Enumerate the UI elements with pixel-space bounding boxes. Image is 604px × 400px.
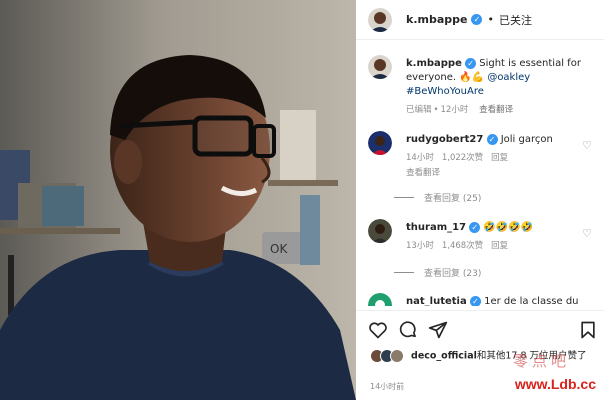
verified-icon: ✓: [469, 221, 481, 233]
author-avatar[interactable]: [368, 55, 392, 79]
view-replies-button[interactable]: 查看回复 (25): [394, 191, 481, 204]
caption-hashtag-link[interactable]: #BeWhoYouAre: [406, 86, 484, 97]
post-photo[interactable]: OK: [0, 0, 356, 400]
comment-like-heart-icon[interactable]: ♡: [582, 227, 592, 240]
commenter-username[interactable]: rudygobert27: [406, 134, 483, 145]
post-actions-bar: [356, 310, 604, 346]
comment-time: 13小时: [406, 241, 434, 251]
separator-dot: •: [487, 13, 494, 26]
view-replies-label: 查看回复 (25): [424, 194, 482, 204]
comment-like-count[interactable]: 1,468次赞: [442, 241, 483, 251]
replies-divider-line: [394, 272, 414, 273]
heart-icon[interactable]: [368, 320, 388, 340]
view-replies-button[interactable]: 查看回复 (23): [394, 266, 481, 279]
comment-meta: 13小时 1,468次赞 回复: [406, 239, 592, 253]
comment-meta: 14小时 1,022次赞 回复: [406, 151, 592, 165]
comment-icon[interactable]: [398, 320, 418, 340]
commenter-avatar[interactable]: [368, 219, 392, 243]
caption-mention-link[interactable]: @oakley: [487, 72, 530, 83]
share-icon[interactable]: [428, 320, 448, 340]
portrait-image: OK: [0, 0, 356, 400]
following-button[interactable]: 已关注: [499, 12, 532, 28]
post-timestamp: 14小时前: [370, 382, 405, 391]
liker-username[interactable]: deco_official: [411, 351, 477, 362]
commenter-avatar[interactable]: [368, 293, 392, 306]
comment-text: Joli garçon: [500, 134, 553, 145]
caption-edited-label: 已编辑: [406, 105, 432, 115]
verified-icon: ✓: [486, 133, 498, 145]
commenter-username[interactable]: nat_lutetia: [406, 296, 467, 306]
caption-meta: 已编辑 • 12小时 查看翻译: [406, 103, 592, 117]
comment-translate-link[interactable]: 查看翻译: [406, 166, 592, 180]
svg-text:OK: OK: [270, 242, 288, 256]
caption-translate-link[interactable]: 查看翻译: [479, 105, 513, 115]
verified-icon: ✓: [465, 57, 477, 69]
post-header: k.mbappe ✓ • 已关注: [356, 0, 604, 40]
verified-icon: ✓: [469, 295, 481, 306]
commenter-avatar[interactable]: [368, 131, 392, 155]
comment-like-count[interactable]: 1,022次赞: [442, 153, 483, 163]
caption-dot: •: [433, 105, 439, 115]
commenter-username[interactable]: thuram_17: [406, 222, 466, 233]
comment-text: 🤣🤣🤣🤣: [483, 222, 534, 233]
post-side-panel: k.mbappe ✓ • 已关注 k.mbappe ✓ Sight is ess…: [356, 0, 604, 400]
comments-list[interactable]: k.mbappe ✓ Sight is essential for everyo…: [356, 41, 604, 306]
verified-icon: ✓: [471, 14, 483, 25]
likes-text: 和其他17.8 万位用户赞了: [476, 350, 587, 362]
author-avatar[interactable]: [368, 7, 392, 32]
comment-text: 1er de la classe du: [484, 296, 579, 306]
replies-divider-line: [394, 197, 414, 198]
liker-avatars: [370, 349, 408, 363]
comment-like-heart-icon[interactable]: ♡: [582, 139, 592, 152]
likes-summary[interactable]: deco_official和其他17.8 万位用户赞了: [370, 349, 596, 363]
comment-time: 14小时: [406, 153, 434, 163]
caption-username[interactable]: k.mbappe: [406, 58, 462, 69]
comment-reply-button[interactable]: 回复: [491, 153, 508, 163]
caption-time: 12小时: [440, 105, 469, 115]
author-username[interactable]: k.mbappe: [406, 13, 467, 26]
view-replies-label: 查看回复 (23): [424, 269, 482, 279]
bookmark-icon[interactable]: [578, 320, 598, 340]
comment-reply-button[interactable]: 回复: [491, 241, 508, 251]
